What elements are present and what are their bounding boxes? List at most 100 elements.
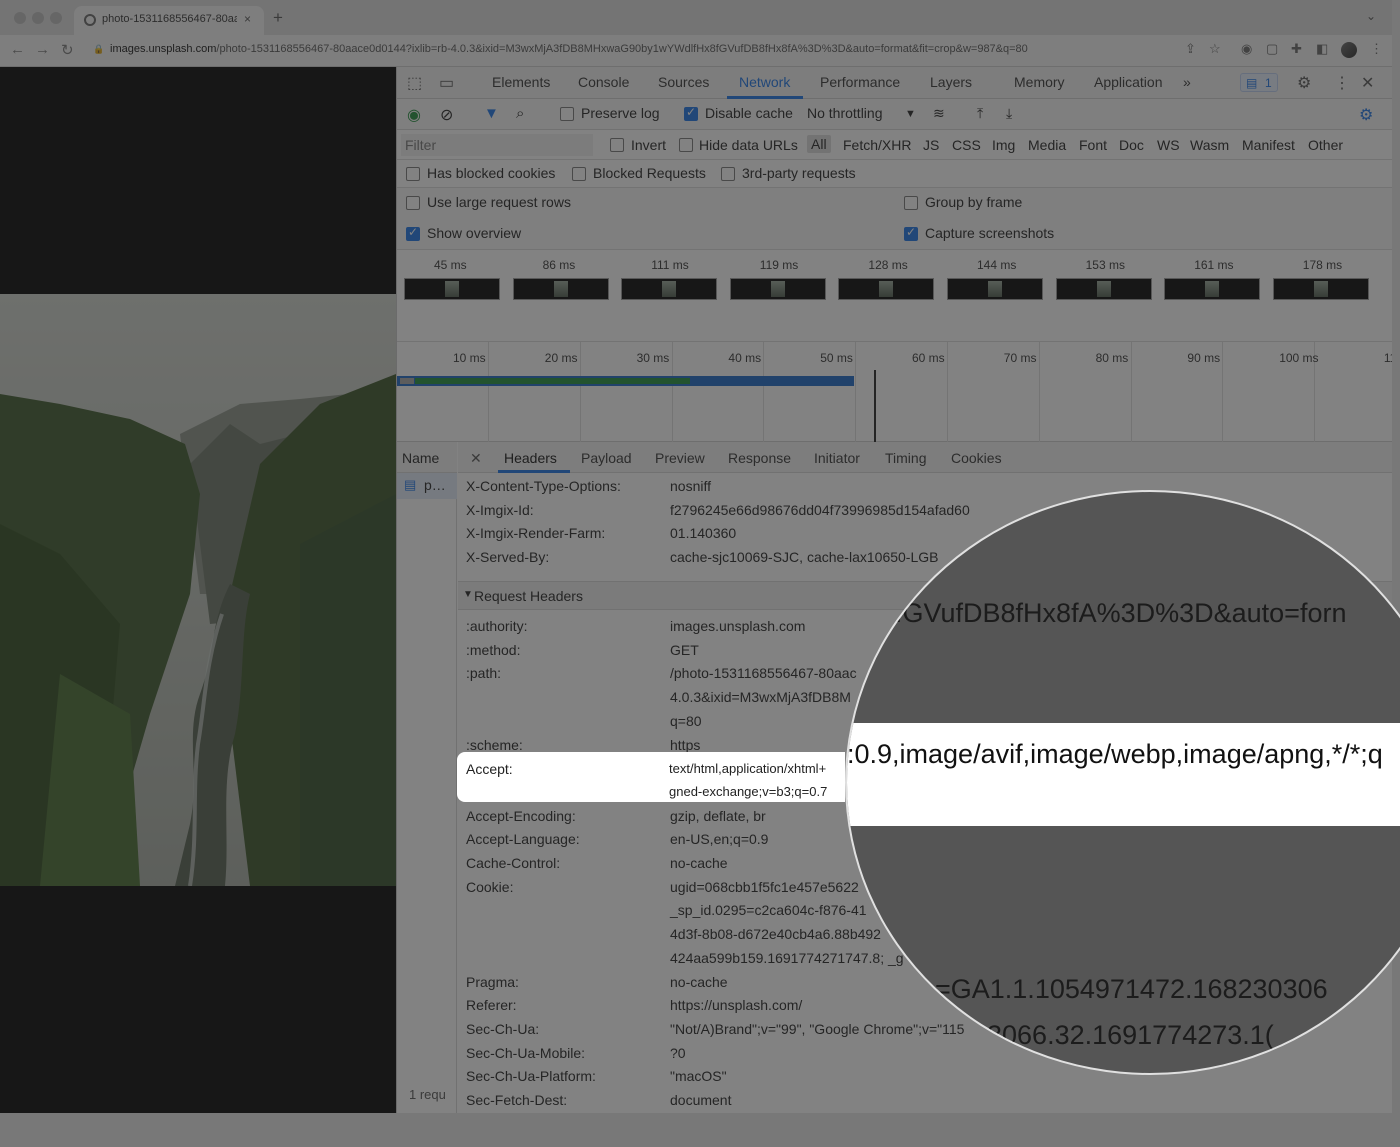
disable-cache-checkbox[interactable]: [684, 105, 698, 121]
tab-response[interactable]: Response: [728, 450, 791, 466]
tab-memory[interactable]: Memory: [1014, 74, 1065, 90]
minimize-window-icon[interactable]: [32, 12, 44, 24]
header-value[interactable]: cache-sjc10069-SJC, cache-lax10650-LGB: [670, 549, 938, 565]
frame-thumbnail[interactable]: [1055, 278, 1152, 300]
third-party-checkbox[interactable]: [721, 167, 735, 181]
tab-sources[interactable]: Sources: [658, 74, 709, 90]
devtools-menu-icon[interactable]: ⋮: [1334, 73, 1350, 93]
tab-cookies[interactable]: Cookies: [951, 450, 1002, 466]
header-value[interactable]: 424aa599b159.1691774271747.8; _g: [670, 950, 904, 966]
more-tabs-button[interactable]: »: [1183, 74, 1191, 90]
type-filter-other[interactable]: Other: [1308, 137, 1343, 153]
filter-input[interactable]: [401, 134, 593, 156]
name-column-header[interactable]: Name: [397, 442, 457, 473]
header-value[interactable]: no-cache: [670, 974, 728, 990]
header-value[interactable]: "Not/A)Brand";v="99", "Google Chrome";v=…: [670, 1021, 964, 1037]
tab-payload[interactable]: Payload: [581, 450, 632, 466]
header-value[interactable]: ?0: [670, 1045, 686, 1061]
frame-thumbnail[interactable]: [729, 278, 826, 300]
throttling-select[interactable]: No throttling: [807, 105, 882, 121]
address-bar[interactable]: images.unsplash.com/photo-1531168556467-…: [110, 43, 1028, 55]
tab-headers[interactable]: Headers: [504, 450, 557, 466]
frame-thumbnail[interactable]: [1164, 278, 1261, 300]
tab-application[interactable]: Application: [1094, 74, 1163, 90]
header-value[interactable]: en-US,en;q=0.9: [670, 831, 768, 847]
tab-network[interactable]: Network: [739, 74, 790, 90]
share-icon[interactable]: ⇪: [1185, 41, 1196, 57]
issues-badge[interactable]: ▤ 1: [1240, 73, 1278, 92]
close-detail-icon[interactable]: ✕: [470, 450, 482, 467]
device-toolbar-icon[interactable]: ▭: [439, 73, 454, 93]
gear-icon[interactable]: ⚙: [1297, 73, 1311, 93]
browser-tab[interactable]: photo-1531168556467-80aace0d0144 ×: [74, 6, 264, 35]
password-manager-icon[interactable]: ◉: [1241, 41, 1252, 57]
type-filter-manifest[interactable]: Manifest: [1242, 137, 1295, 153]
tab-preview[interactable]: Preview: [655, 450, 705, 466]
type-filter-img[interactable]: Img: [992, 137, 1015, 153]
header-value[interactable]: https: [670, 737, 700, 753]
record-icon[interactable]: ◉: [407, 105, 421, 125]
frame-thumbnail[interactable]: [947, 278, 1043, 300]
type-filter-all[interactable]: All: [807, 135, 831, 153]
hide-data-urls-checkbox[interactable]: [679, 138, 693, 152]
type-filter-font[interactable]: Font: [1079, 137, 1107, 153]
tab-close-icon[interactable]: ×: [244, 12, 251, 26]
tab-performance[interactable]: Performance: [820, 74, 900, 90]
new-tab-button[interactable]: +: [273, 8, 283, 28]
network-settings-icon[interactable]: ⚙: [1359, 105, 1373, 125]
network-conditions-icon[interactable]: ≋: [933, 105, 945, 122]
capture-screenshots-checkbox[interactable]: [904, 225, 918, 241]
back-icon[interactable]: ←: [10, 41, 25, 58]
header-value[interactable]: 01.140360: [670, 525, 736, 541]
group-by-frame-checkbox[interactable]: [904, 196, 918, 210]
search-icon[interactable]: ⌕: [516, 105, 524, 122]
header-value[interactable]: GET: [670, 642, 699, 658]
close-window-icon[interactable]: [14, 12, 26, 24]
reload-icon[interactable]: ↻: [61, 41, 74, 59]
kebab-menu-icon[interactable]: ⋮: [1370, 41, 1383, 57]
header-value[interactable]: gzip, deflate, br: [670, 808, 766, 824]
preserve-log-checkbox[interactable]: [560, 107, 574, 121]
puzzle-icon[interactable]: ✚: [1291, 41, 1302, 57]
tab-elements[interactable]: Elements: [492, 74, 550, 90]
inspect-element-icon[interactable]: ⬚: [407, 73, 422, 93]
frame-thumbnail[interactable]: [838, 278, 935, 300]
type-filter-media[interactable]: Media: [1028, 137, 1066, 153]
header-value[interactable]: 4.0.3&ixid=M3wxMjA3fDB8M: [670, 689, 851, 705]
blocked-cookies-checkbox[interactable]: [406, 167, 420, 181]
profile-avatar[interactable]: [1341, 42, 1357, 58]
import-har-icon[interactable]: ⤒: [977, 105, 983, 122]
close-devtools-icon[interactable]: ✕: [1361, 73, 1374, 93]
side-panel-icon[interactable]: ◧: [1316, 41, 1328, 57]
header-value[interactable]: "macOS": [670, 1068, 727, 1084]
frame-thumbnail[interactable]: [1272, 278, 1369, 300]
tab-console[interactable]: Console: [578, 74, 629, 90]
type-filter-ws[interactable]: WS: [1157, 137, 1180, 153]
filter-icon[interactable]: ▼: [484, 105, 499, 122]
header-value[interactable]: f2796245e66d98676dd04f73996985d154afad60: [670, 502, 970, 518]
forward-icon[interactable]: →: [35, 41, 50, 58]
zoom-window-icon[interactable]: [50, 12, 62, 24]
tab-layers[interactable]: Layers: [930, 74, 972, 90]
export-har-icon[interactable]: ⤓: [1006, 105, 1012, 122]
header-value[interactable]: _sp_id.0295=c2ca604c-f876-41: [670, 902, 867, 918]
frame-thumbnail[interactable]: [404, 278, 500, 300]
type-filter-js[interactable]: JS: [923, 137, 939, 153]
header-value[interactable]: images.unsplash.com: [670, 618, 805, 634]
type-filter-doc[interactable]: Doc: [1119, 137, 1144, 153]
type-filter-wasm[interactable]: Wasm: [1190, 137, 1229, 153]
header-value[interactable]: q=80: [670, 713, 702, 729]
clear-icon[interactable]: ⊘: [440, 105, 453, 125]
extension-icon[interactable]: ▢: [1266, 41, 1278, 57]
tab-timing[interactable]: Timing: [885, 450, 927, 466]
header-value[interactable]: /photo-1531168556467-80aac: [670, 665, 857, 681]
large-rows-checkbox[interactable]: [406, 196, 420, 210]
blocked-requests-checkbox[interactable]: [572, 167, 586, 181]
tab-search-icon[interactable]: ⌄: [1366, 9, 1376, 23]
request-row[interactable]: ▤ p…: [397, 473, 457, 499]
frame-thumbnail[interactable]: [621, 278, 718, 300]
tab-initiator[interactable]: Initiator: [814, 450, 860, 466]
header-value[interactable]: nosniff: [670, 478, 711, 494]
frame-thumbnail[interactable]: [512, 278, 609, 300]
header-value[interactable]: document: [670, 1092, 731, 1108]
